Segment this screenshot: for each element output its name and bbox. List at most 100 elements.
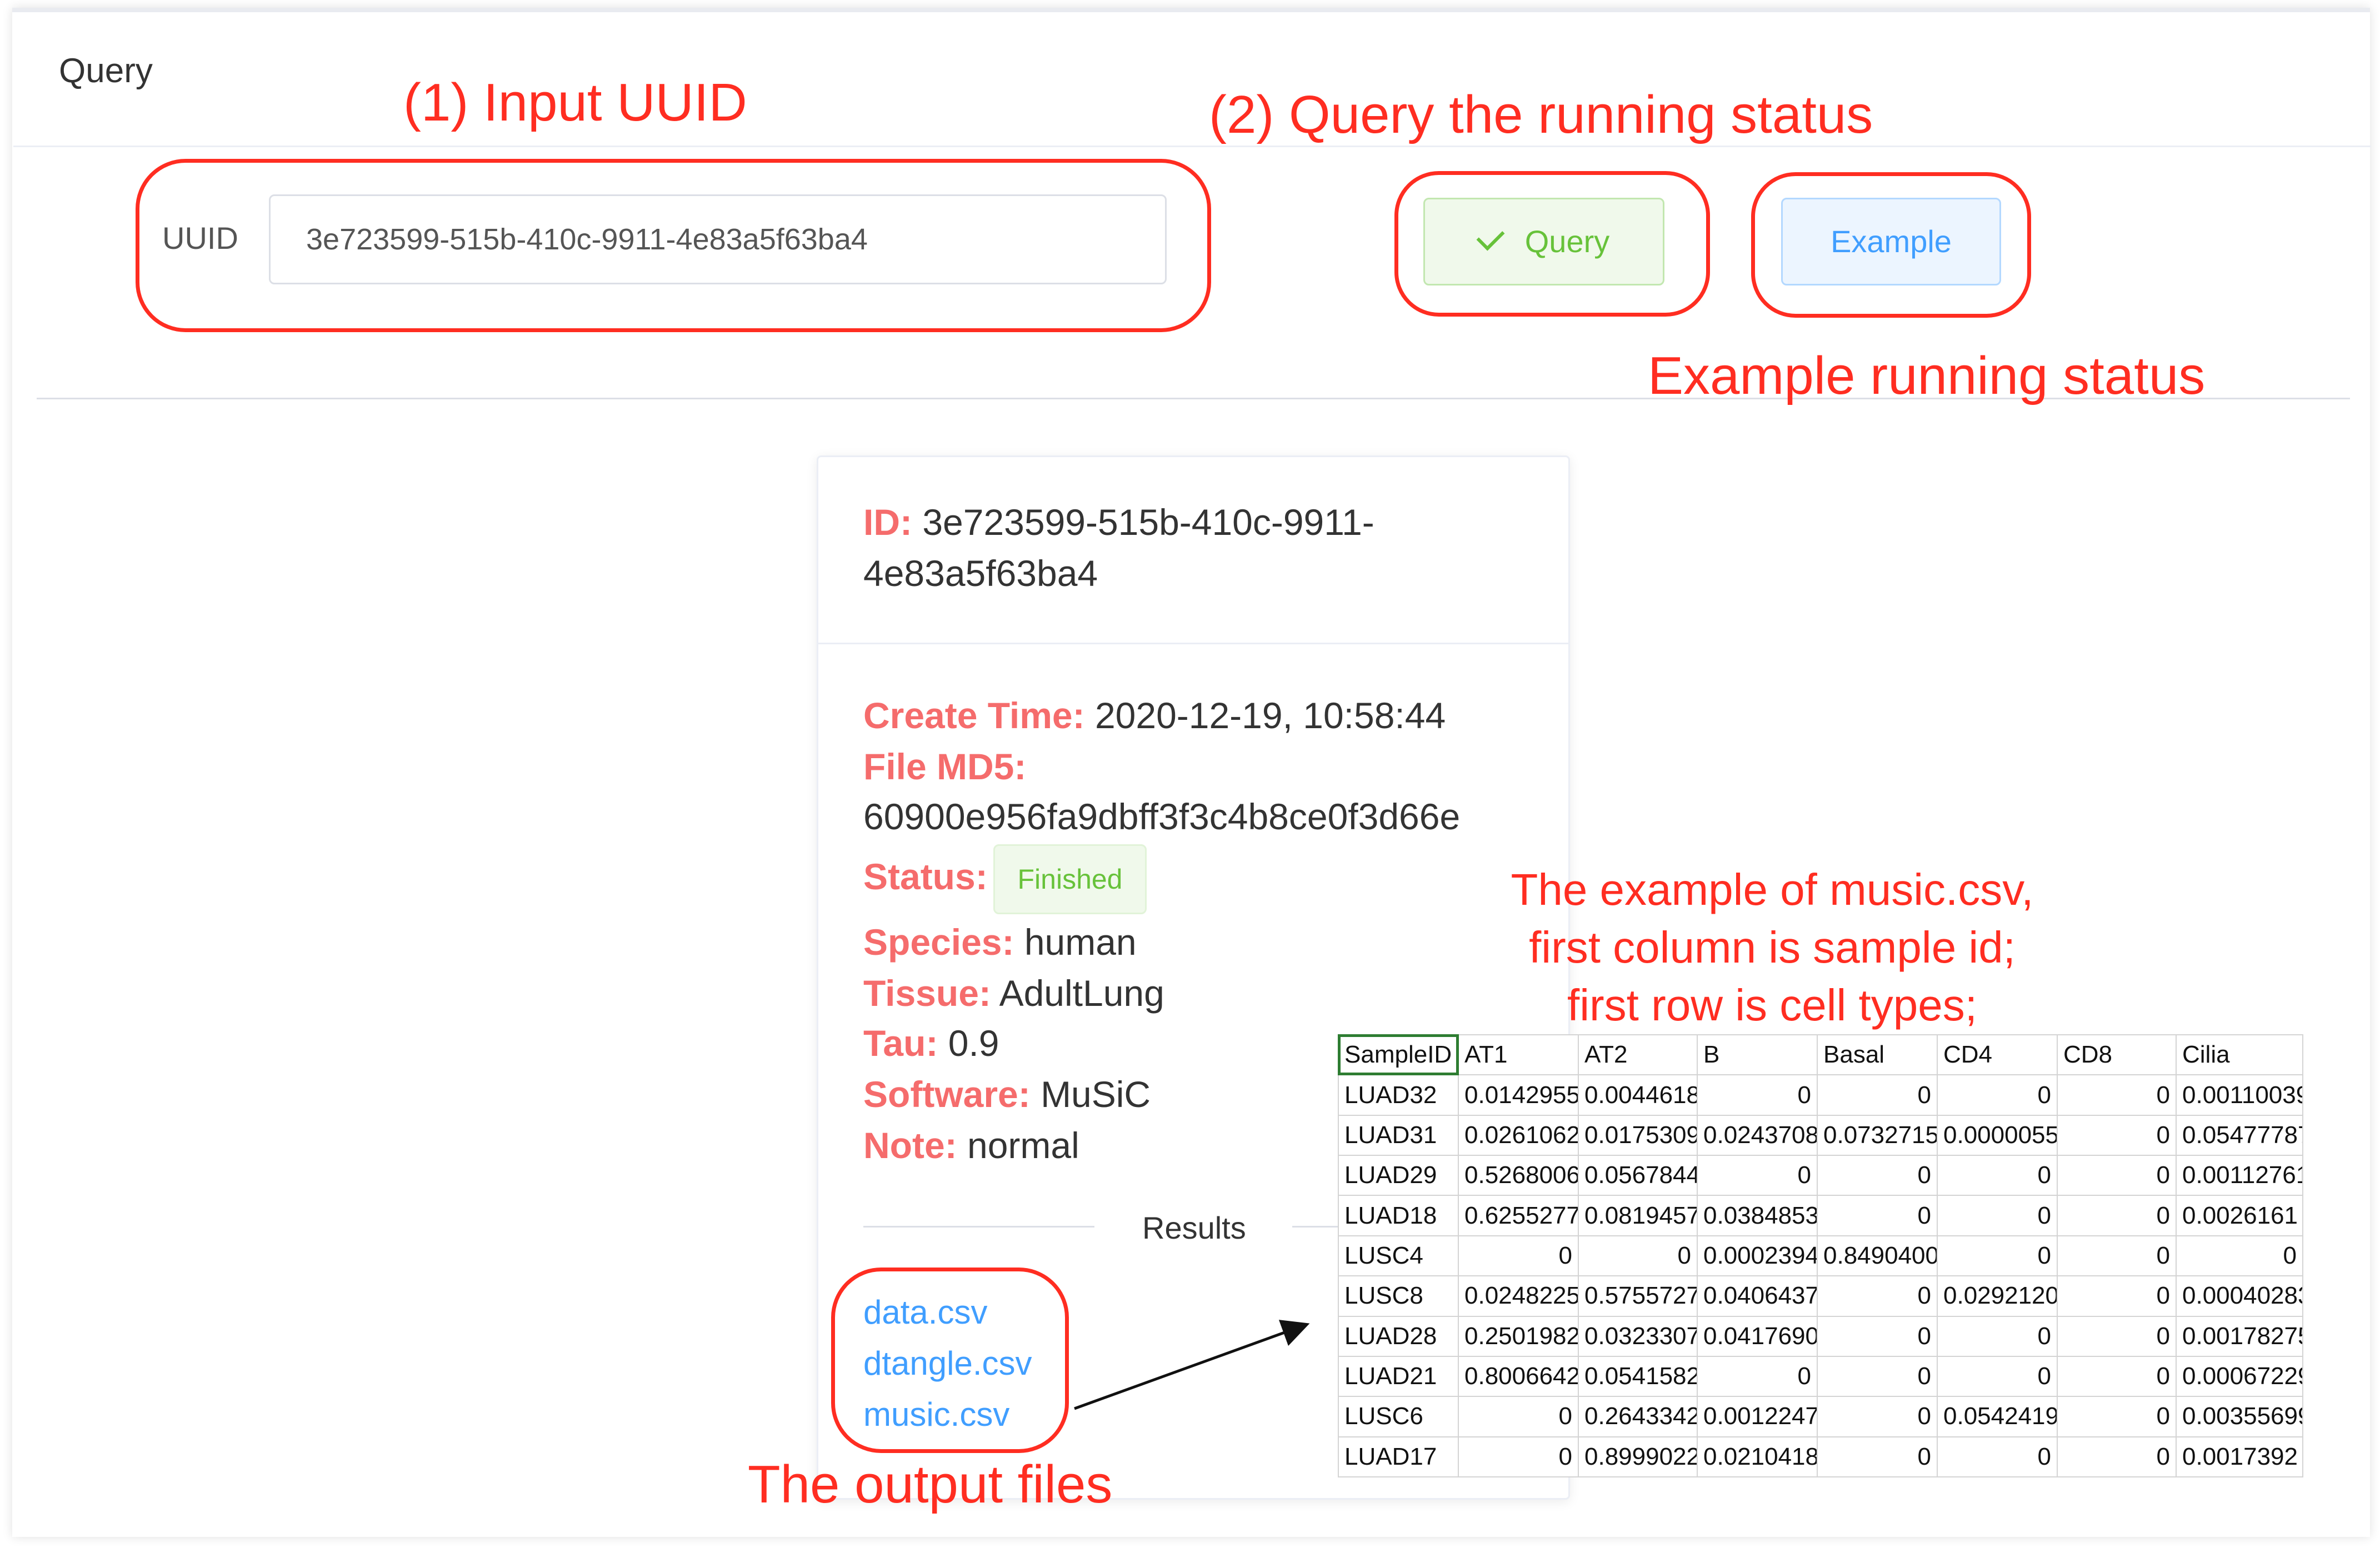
id-value-line1: 3e723599-515b-410c-9911- [922,502,1374,543]
sheet-cell: 0 [1817,1195,1938,1236]
sheet-cell: 0 [1578,1235,1698,1277]
music-csv-spreadsheet: SampleID AT1 AT2 B Basal CD4 CD8 Cilia LUAD32 0.0… [1338,1034,2303,1478]
sheet-cell: 0.00355699 [2176,1396,2303,1437]
tau-value: 0.9 [948,1023,999,1064]
note-row: Note: normal [863,1120,1079,1171]
sheet-cell: 0.0026161 [2176,1195,2303,1236]
sheet-header-cell: AT2 [1578,1034,1698,1076]
sheet-header-cell: Cilia [2176,1034,2303,1076]
sheet-cell: 0.02921201 [1937,1275,2058,1317]
annotation-example-status: Example running status [1648,346,2206,405]
sheet-cell: 0 [1697,1155,1818,1196]
sheet-cell: 0 [1937,1315,2058,1357]
sheet-cell: 0 [2057,1275,2177,1317]
sheet-cell: 0.02610622 [1458,1114,1579,1156]
software-label: Software: [863,1074,1031,1115]
highlight-uuid-box [136,159,1211,332]
note-label: Note: [863,1125,957,1166]
sheet-cell: LUSC6 [1338,1396,1459,1437]
create-time-value: 2020-12-19, 10:58:44 [1094,695,1446,736]
sheet-row: LUAD1700.899902210.021041870000.0017392 [1338,1436,2303,1478]
status-badge: Finished [993,844,1147,914]
sheet-cell: 0.07327157 [1817,1114,1938,1156]
highlight-example-box [1751,172,2031,318]
id-row: ID: 3e723599-515b-410c-9911- [863,497,1374,548]
sheet-cell: 0 [2057,1074,2177,1116]
sheet-cell: 0.80066427 [1458,1355,1579,1397]
sheet-cell: 0.26433421 [1578,1396,1698,1437]
sheet-row: LUSC4000.000239440.84904002000 [1338,1235,2303,1277]
sheet-header-cell: Basal [1817,1034,1938,1076]
sheet-cell: 0.0541582 [1578,1355,1698,1397]
species-row: Species: human [863,916,1137,968]
sheet-cell: 0 [1817,1436,1938,1478]
sheet-cell: 0.25019821 [1458,1315,1579,1357]
sheet-cell: 0 [1458,1396,1579,1437]
sheet-cell: 0 [1817,1355,1938,1397]
sheet-cell: 0.00023944 [1697,1235,1818,1277]
sheet-cell: 0.5268006 [1458,1155,1579,1196]
arrow-icon [1074,1320,1310,1410]
results-divider-right [1292,1226,1338,1228]
sheet-cell: LUAD18 [1338,1195,1459,1236]
highlight-files-box [831,1268,1069,1453]
sheet-cell: 0 [1817,1315,1938,1357]
sheet-header-cell: B [1697,1034,1818,1076]
sheet-cell: 0 [1937,1155,2058,1196]
sheet-cell: 0 [1817,1074,1938,1116]
sheet-cell: 0 [2057,1396,2177,1437]
sheet-cell: 0 [2057,1235,2177,1277]
results-divider-left [863,1226,1094,1228]
sheet-cell: 0 [1817,1155,1938,1196]
annotation-output-files: The output files [748,1455,1113,1514]
sheet-cell: 0 [1458,1235,1579,1277]
sheet-cell: LUAD32 [1338,1074,1459,1116]
sheet-row: LUAD180.625527710.081945760.038485320000… [1338,1195,2303,1236]
sheet-cell: 0 [2057,1355,2177,1397]
annotation-music-csv: The example of music.csv, first column i… [1444,861,2100,1034]
sheet-cell: LUSC8 [1338,1275,1459,1317]
annotation-music-line1: The example of music.csv, [1511,865,2034,914]
sheet-row: LUSC80.024822520.57557270.0406437600.029… [1338,1275,2303,1317]
sheet-cell: 0.0017392 [2176,1436,2303,1478]
sheet-cell: 0.05678443 [1578,1155,1698,1196]
species-value: human [1024,921,1137,963]
sheet-cell: 0.00110039 [2176,1074,2303,1116]
md5-value: 60900e956fa9dbff3f3c4b8ce0f3d66e [863,796,1461,837]
sheet-cell: LUAD28 [1338,1315,1459,1357]
sheet-cell: 0.04064376 [1697,1275,1818,1317]
tissue-value: AdultLung [999,973,1164,1014]
tau-row: Tau: 0.9 [863,1018,999,1069]
create-time-row: Create Time: 2020-12-19, 10:58:44 [863,690,1446,741]
results-title: Results [1142,1210,1246,1245]
sheet-cell: 0.00040283 [2176,1275,2303,1317]
create-time-label: Create Time: [863,695,1085,736]
id-label: ID: [863,502,912,543]
sheet-cell: 0.00067229 [2176,1355,2303,1397]
sheet-cell: 0 [2057,1315,2177,1357]
sheet-cell: 0 [2176,1235,2303,1277]
sheet-cell: 0 [2057,1114,2177,1156]
id-value-line2: 4e83a5f63ba4 [863,553,1098,594]
sheet-cell: LUAD29 [1338,1155,1459,1196]
sheet-row: LUAD280.250198210.032330760.041769090000… [1338,1315,2303,1357]
sheet-cell: 0 [1937,1074,2058,1116]
tau-label: Tau: [863,1023,938,1064]
sheet-cell: 0.04176909 [1697,1315,1818,1357]
sheet-header-row: SampleID AT1 AT2 B Basal CD4 CD8 Cilia [1338,1034,2303,1076]
sheet-cell: 0.89990221 [1578,1436,1698,1478]
sheet-cell: 0.00000556 [1937,1114,2058,1156]
species-label: Species: [863,921,1014,963]
md5-label: File MD5: [863,741,1026,792]
sheet-cell: 0 [2057,1195,2177,1236]
tissue-label: Tissue: [863,973,991,1014]
md5-label-text: File MD5: [863,746,1027,787]
sheet-cell: 0.01753099 [1578,1114,1698,1156]
sheet-cell: 0.02482252 [1458,1275,1579,1317]
sheet-row: LUSC600.264334210.0012247100.0542419900.… [1338,1396,2303,1437]
sheet-row: LUAD320.014295580.0044618500000.00110039 [1338,1074,2303,1116]
sheet-header-cell: CD8 [2057,1034,2177,1076]
sheet-cell: 0 [1697,1074,1818,1116]
sheet-cell: 0 [1458,1436,1579,1478]
highlight-query-box [1394,171,1710,317]
